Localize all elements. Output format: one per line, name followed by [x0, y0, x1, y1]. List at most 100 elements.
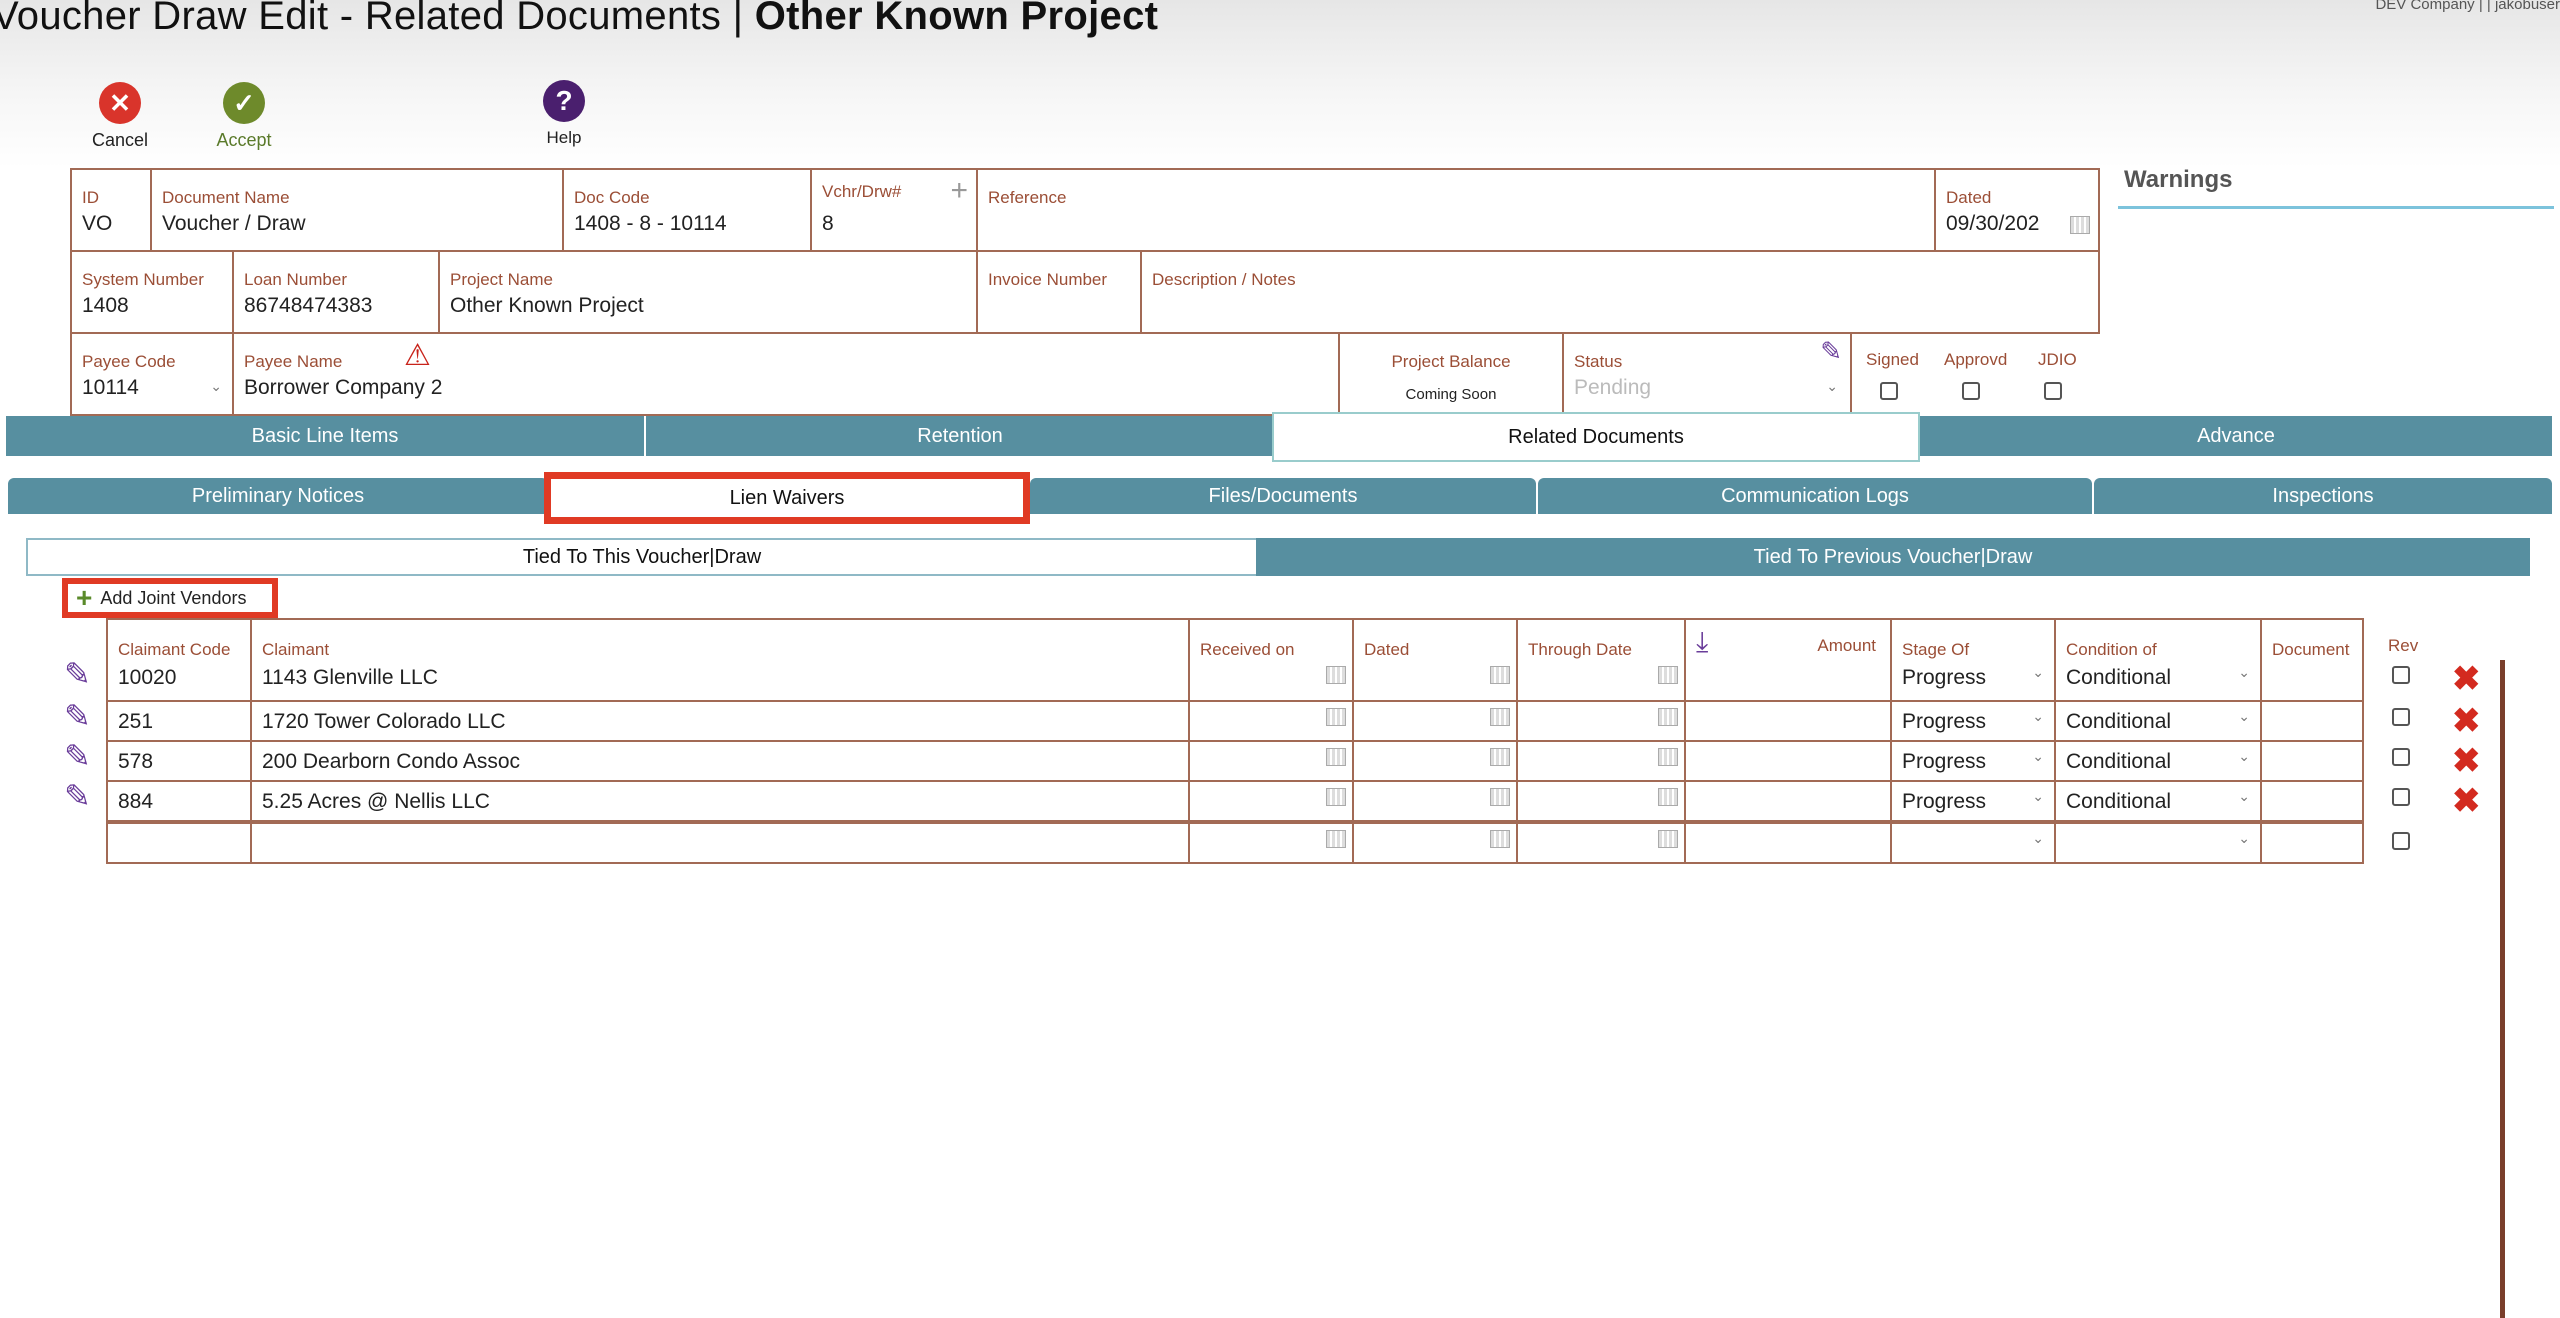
col-stage-of[interactable]: Stage Of Progress ⌄	[1890, 618, 2056, 702]
jdio-checkbox[interactable]	[2044, 382, 2062, 400]
col-received-on[interactable]: Received on	[1188, 618, 1354, 702]
add-icon[interactable]: +	[950, 174, 968, 208]
tab-lien-waivers[interactable]: Lien Waivers	[544, 472, 1030, 524]
tab-inspections[interactable]: Inspections	[2094, 478, 2552, 514]
id-field[interactable]: ID VO	[70, 168, 152, 252]
edit-icon[interactable]: ✎	[64, 658, 91, 690]
rev-checkbox[interactable]	[2392, 832, 2410, 850]
project-name-field[interactable]: Project Name Other Known Project	[438, 250, 978, 334]
col-dated[interactable]: Dated	[1352, 618, 1518, 702]
calendar-icon[interactable]	[1658, 788, 1678, 806]
claimant-input[interactable]	[250, 822, 1190, 864]
rev-checkbox[interactable]	[2392, 666, 2410, 684]
rev-checkbox[interactable]	[2392, 708, 2410, 726]
dated-cell[interactable]	[1352, 740, 1518, 782]
edit-icon[interactable]: ✎	[64, 740, 91, 772]
document-cell[interactable]	[2260, 700, 2364, 742]
calendar-icon[interactable]	[1490, 830, 1510, 848]
tab-basic-line-items[interactable]: Basic Line Items	[6, 416, 644, 456]
condition-select[interactable]: Conditional ⌄	[2054, 740, 2262, 782]
download-icon[interactable]: ⤓	[1696, 626, 1708, 659]
delete-icon[interactable]: ✖	[2452, 744, 2481, 778]
calendar-icon[interactable]	[1490, 788, 1510, 806]
edit-icon[interactable]: ✎	[64, 780, 91, 812]
delete-icon[interactable]: ✖	[2452, 662, 2481, 696]
tab-retention[interactable]: Retention	[646, 416, 1274, 456]
payee-code-select[interactable]: Payee Code 10114 ⌄	[70, 332, 234, 416]
calendar-icon[interactable]	[1326, 748, 1346, 766]
calendar-icon[interactable]	[1658, 748, 1678, 766]
dated-cell[interactable]	[1352, 822, 1518, 864]
calendar-icon[interactable]	[1326, 708, 1346, 726]
accept-button[interactable]: ✓ Accept	[208, 82, 280, 151]
calendar-icon[interactable]	[1490, 666, 1510, 684]
calendar-icon[interactable]	[1326, 788, 1346, 806]
calendar-icon[interactable]	[1658, 708, 1678, 726]
edit-icon[interactable]: ✎	[1820, 336, 1842, 367]
col-document[interactable]: Document	[2260, 618, 2364, 702]
delete-icon[interactable]: ✖	[2452, 784, 2481, 818]
document-cell[interactable]	[2260, 780, 2364, 822]
cancel-button[interactable]: ✕ Cancel	[86, 82, 154, 151]
through-date-cell[interactable]	[1516, 780, 1686, 822]
through-date-cell[interactable]	[1516, 700, 1686, 742]
col-condition-of[interactable]: Condition of Conditional ⌄	[2054, 618, 2262, 702]
stage-select[interactable]: Progress ⌄	[1890, 740, 2056, 782]
amount-cell[interactable]	[1684, 700, 1892, 742]
loan-number-field[interactable]: Loan Number 86748474383	[232, 250, 440, 334]
add-joint-vendors-button[interactable]: + Add Joint Vendors	[62, 578, 278, 618]
system-number-field[interactable]: System Number 1408	[70, 250, 234, 334]
calendar-icon[interactable]	[1658, 830, 1678, 848]
dated-field[interactable]: Dated 09/30/202	[1934, 168, 2100, 252]
calendar-icon[interactable]	[1326, 830, 1346, 848]
through-date-cell[interactable]	[1516, 822, 1686, 864]
status-select[interactable]: Status Pending ✎ ⌄	[1562, 332, 1852, 416]
claimant-code-input[interactable]	[106, 822, 252, 864]
through-date-cell[interactable]	[1516, 740, 1686, 782]
rev-checkbox[interactable]	[2392, 748, 2410, 766]
calendar-icon[interactable]	[1326, 666, 1346, 684]
calendar-icon[interactable]	[2070, 216, 2090, 234]
amount-cell[interactable]	[1684, 740, 1892, 782]
received-on-cell[interactable]	[1188, 700, 1354, 742]
payee-name-field[interactable]: Payee Name Borrower Company 2 ⚠	[232, 332, 1340, 416]
amount-cell[interactable]	[1684, 822, 1892, 864]
calendar-icon[interactable]	[1490, 748, 1510, 766]
approvd-checkbox[interactable]	[1962, 382, 1980, 400]
stage-select[interactable]: ⌄	[1890, 822, 2056, 864]
received-on-cell[interactable]	[1188, 740, 1354, 782]
help-button[interactable]: ? Help	[534, 80, 594, 148]
col-through-date[interactable]: Through Date	[1516, 618, 1686, 702]
signed-checkbox[interactable]	[1880, 382, 1898, 400]
received-on-cell[interactable]	[1188, 780, 1354, 822]
vchr-drw-field[interactable]: Vchr/Drw# 8 +	[810, 168, 978, 252]
tab-communication-logs[interactable]: Communication Logs	[1538, 478, 2092, 514]
calendar-icon[interactable]	[1490, 708, 1510, 726]
amount-cell[interactable]	[1684, 780, 1892, 822]
stage-select[interactable]: Progress ⌄	[1890, 700, 2056, 742]
document-cell[interactable]	[2260, 822, 2364, 864]
tab-related-documents[interactable]: Related Documents	[1272, 412, 1920, 462]
tab-preliminary-notices[interactable]: Preliminary Notices	[8, 478, 548, 514]
tab-tied-to-previous-voucher[interactable]: Tied To Previous Voucher|Draw	[1256, 538, 2530, 576]
condition-select[interactable]: ⌄	[2054, 822, 2262, 864]
dated-cell[interactable]	[1352, 700, 1518, 742]
description-notes-field[interactable]: Description / Notes	[1140, 250, 2100, 334]
tab-files-documents[interactable]: Files/Documents	[1030, 478, 1536, 514]
reference-field[interactable]: Reference	[976, 168, 1936, 252]
calendar-icon[interactable]	[1658, 666, 1678, 684]
received-on-cell[interactable]	[1188, 822, 1354, 864]
edit-icon[interactable]: ✎	[64, 700, 91, 732]
invoice-number-field[interactable]: Invoice Number	[976, 250, 1142, 334]
tab-tied-to-this-voucher[interactable]: Tied To This Voucher|Draw	[26, 538, 1258, 576]
condition-select[interactable]: Conditional ⌄	[2054, 780, 2262, 822]
dated-cell[interactable]	[1352, 780, 1518, 822]
stage-select[interactable]: Progress ⌄	[1890, 780, 2056, 822]
tab-advance[interactable]: Advance	[1920, 416, 2552, 456]
doc-code-field[interactable]: Doc Code 1408 - 8 - 10114	[562, 168, 812, 252]
delete-icon[interactable]: ✖	[2452, 704, 2481, 738]
document-name-field[interactable]: Document Name Voucher / Draw	[150, 168, 564, 252]
condition-select[interactable]: Conditional ⌄	[2054, 700, 2262, 742]
rev-checkbox[interactable]	[2392, 788, 2410, 806]
document-cell[interactable]	[2260, 740, 2364, 782]
